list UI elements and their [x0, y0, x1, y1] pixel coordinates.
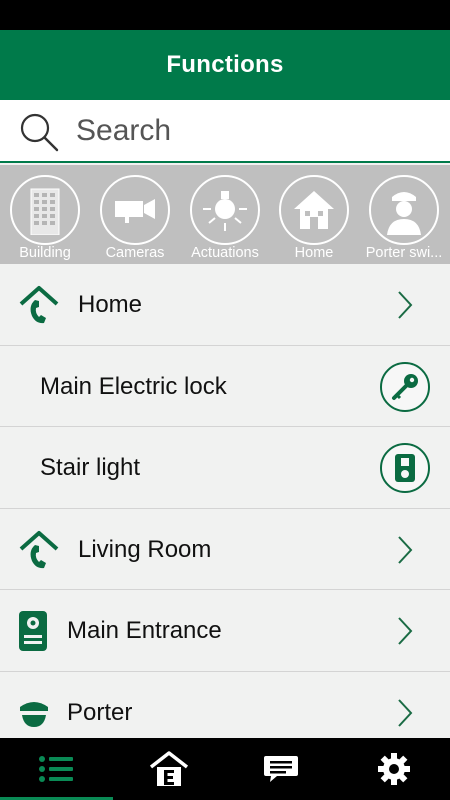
home-phone-icon: [19, 286, 59, 324]
page-title: Functions: [166, 51, 284, 78]
list-item-main-electric-lock[interactable]: Main Electric lock: [0, 345, 450, 427]
category-actuations[interactable]: Actuations: [188, 175, 262, 261]
category-circle: [100, 175, 170, 245]
bottom-navigation: [0, 738, 450, 800]
tab-messages[interactable]: [225, 738, 338, 800]
camera-icon: [115, 199, 155, 223]
key-icon: [392, 373, 418, 400]
category-building[interactable]: Building: [8, 175, 82, 261]
building-icon: [30, 188, 60, 235]
porter-hat-icon: [20, 701, 48, 727]
chevron-right-icon[interactable]: [396, 698, 414, 728]
category-porter-switch[interactable]: Porter swi...: [366, 175, 442, 261]
search-icon[interactable]: [18, 112, 60, 152]
category-cameras[interactable]: Cameras: [98, 175, 172, 261]
category-label: Actuations: [191, 245, 259, 261]
category-circle: [279, 175, 349, 245]
list-item-stair-light[interactable]: Stair light: [0, 427, 450, 509]
tab-functions[interactable]: [0, 738, 113, 800]
gear-icon: [377, 753, 410, 785]
category-circle: [190, 175, 260, 245]
category-strip[interactable]: Building Cameras Actuations Home Porter …: [0, 165, 450, 264]
porter-icon: [387, 192, 421, 235]
category-label: Home: [294, 245, 334, 261]
category-home[interactable]: Home: [277, 175, 351, 261]
chevron-right-icon[interactable]: [396, 290, 414, 320]
list-item-label: Main Electric lock: [40, 372, 227, 400]
list-item-label: Stair light: [40, 454, 141, 481]
chat-icon: [264, 756, 299, 782]
category-label: Porter swi...: [365, 245, 443, 261]
function-list: Home Main Electric lock Stair light Livi…: [0, 264, 450, 753]
app-header: Functions: [0, 30, 450, 100]
bulb-icon: [203, 191, 247, 231]
category-circle: [10, 175, 80, 245]
home-phone-icon: [19, 530, 59, 568]
door-station-icon: [19, 611, 47, 651]
search-bar[interactable]: [0, 100, 450, 163]
tab-home-e[interactable]: [113, 738, 226, 800]
list-item-label: Main Entrance: [67, 617, 222, 644]
home-icon: [294, 191, 334, 229]
list-item-home[interactable]: Home: [0, 264, 450, 346]
house-e-icon: [149, 751, 188, 786]
light-button[interactable]: [380, 443, 430, 493]
chevron-right-icon[interactable]: [396, 535, 414, 565]
chevron-right-icon[interactable]: [396, 616, 414, 646]
list-item-living-room[interactable]: Living Room: [0, 508, 450, 590]
category-circle: [369, 175, 439, 245]
light-switch-icon: [395, 454, 415, 482]
tab-settings[interactable]: [338, 738, 450, 800]
list-item-label: Living Room: [78, 535, 212, 563]
category-label: Cameras: [105, 245, 165, 261]
list-item-main-entrance[interactable]: Main Entrance: [0, 590, 450, 672]
status-bar: [0, 0, 450, 30]
category-label: Building: [19, 245, 71, 261]
list-item-label: Home: [78, 291, 143, 318]
list-icon: [39, 756, 74, 782]
unlock-button[interactable]: [380, 361, 430, 412]
search-input[interactable]: [76, 110, 436, 152]
